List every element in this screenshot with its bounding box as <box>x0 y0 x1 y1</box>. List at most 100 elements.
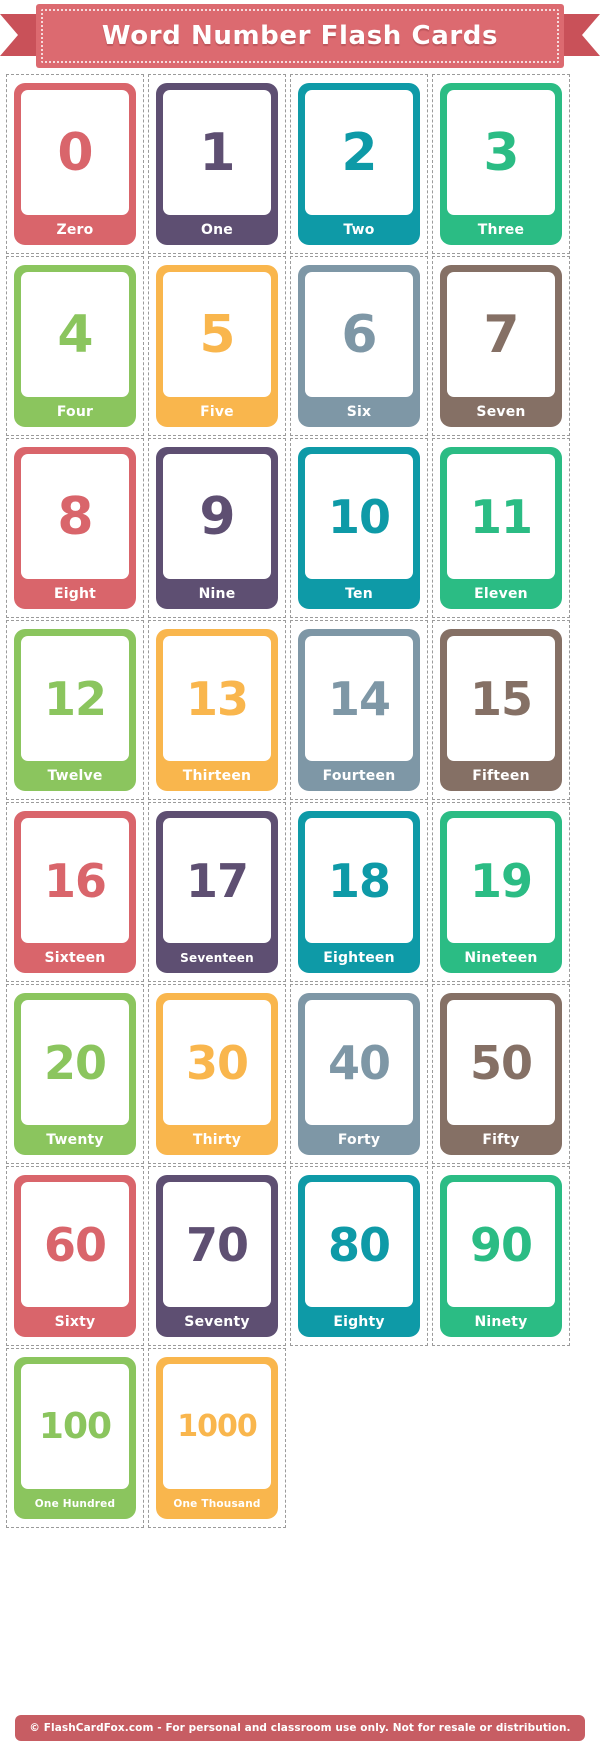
card-word-label: Eighteen <box>323 950 395 966</box>
flash-card[interactable]: 7 Seven <box>440 265 562 427</box>
card-cut-guide: 2 Two <box>290 74 428 254</box>
empty-grid-cell <box>290 1348 428 1528</box>
card-face: 10 <box>305 454 413 579</box>
flash-card[interactable]: 30 Thirty <box>156 993 278 1155</box>
flash-card[interactable]: 90 Ninety <box>440 1175 562 1337</box>
flash-card[interactable]: 16 Sixteen <box>14 811 136 973</box>
flash-card[interactable]: 19 Nineteen <box>440 811 562 973</box>
flash-card[interactable]: 70 Seventy <box>156 1175 278 1337</box>
flash-card[interactable]: 50 Fifty <box>440 993 562 1155</box>
card-face: 3 <box>447 90 555 215</box>
flash-card[interactable]: 20 Twenty <box>14 993 136 1155</box>
card-number: 1 <box>199 122 235 183</box>
card-face: 5 <box>163 272 271 397</box>
flash-card[interactable]: 14 Fourteen <box>298 629 420 791</box>
card-number: 70 <box>185 1217 249 1272</box>
card-face: 1000 <box>163 1364 271 1489</box>
card-face: 13 <box>163 636 271 761</box>
card-cut-guide: 30 Thirty <box>148 984 286 1164</box>
card-number: 10 <box>327 489 391 544</box>
card-number: 6 <box>341 304 377 365</box>
card-word-label: Three <box>477 222 525 238</box>
card-cut-guide: 90 Ninety <box>432 1166 570 1346</box>
card-number: 9 <box>199 486 235 547</box>
flash-card[interactable]: 80 Eighty <box>298 1175 420 1337</box>
copyright-notice: © FlashCardFox.com - For personal and cl… <box>15 1715 585 1741</box>
flash-card[interactable]: 18 Eighteen <box>298 811 420 973</box>
card-word-label: Fifty <box>482 1132 520 1148</box>
card-cut-guide: 11 Eleven <box>432 438 570 618</box>
card-face: 0 <box>21 90 129 215</box>
card-cut-guide: 0 Zero <box>6 74 144 254</box>
flash-card[interactable]: 100 One Hundred <box>14 1357 136 1519</box>
card-number: 0 <box>57 122 93 183</box>
card-word-label: Seventy <box>184 1314 250 1330</box>
card-face: 6 <box>305 272 413 397</box>
card-number: 16 <box>43 853 107 908</box>
card-word-label: Forty <box>337 1132 381 1148</box>
flash-card[interactable]: 0 Zero <box>14 83 136 245</box>
flash-card[interactable]: 60 Sixty <box>14 1175 136 1337</box>
card-word-label: Eleven <box>474 586 528 602</box>
card-word-label: Two <box>343 222 375 238</box>
card-number: 30 <box>185 1035 249 1090</box>
flash-card[interactable]: 2 Two <box>298 83 420 245</box>
card-face: 17 <box>163 818 271 943</box>
card-number: 7 <box>483 304 519 365</box>
card-number: 80 <box>327 1217 391 1272</box>
flash-card[interactable]: 6 Six <box>298 265 420 427</box>
card-number: 14 <box>327 671 391 726</box>
flash-card[interactable]: 5 Five <box>156 265 278 427</box>
card-cut-guide: 6 Six <box>290 256 428 436</box>
ribbon-body: Word Number Flash Cards <box>36 4 564 68</box>
card-word-label: Nine <box>198 586 236 602</box>
flash-card[interactable]: 3 Three <box>440 83 562 245</box>
card-face: 70 <box>163 1182 271 1307</box>
card-face: 1 <box>163 90 271 215</box>
card-number: 20 <box>43 1035 107 1090</box>
title-ribbon: Word Number Flash Cards <box>0 4 600 68</box>
card-number: 5 <box>199 304 235 365</box>
card-number: 12 <box>43 671 107 726</box>
flash-card[interactable]: 40 Forty <box>298 993 420 1155</box>
page-title: Word Number Flash Cards <box>101 21 499 51</box>
card-word-label: Fifteen <box>472 768 530 784</box>
card-word-label: One <box>201 222 233 238</box>
card-cut-guide: 1 One <box>148 74 286 254</box>
flash-card[interactable]: 4 Four <box>14 265 136 427</box>
card-number: 17 <box>185 853 249 908</box>
card-number: 100 <box>38 1405 112 1447</box>
card-word-label: Thirteen <box>182 768 252 784</box>
card-word-label: Nineteen <box>464 950 538 966</box>
card-word-label: Ten <box>345 586 373 602</box>
flash-card[interactable]: 8 Eight <box>14 447 136 609</box>
card-face: 100 <box>21 1364 129 1489</box>
card-number: 1000 <box>177 1408 257 1444</box>
card-word-label: Eight <box>53 586 97 602</box>
card-word-label: Sixteen <box>44 950 106 966</box>
flash-card[interactable]: 13 Thirteen <box>156 629 278 791</box>
page-header: Word Number Flash Cards <box>0 2 600 74</box>
flash-card[interactable]: 15 Fifteen <box>440 629 562 791</box>
card-number: 4 <box>57 304 93 365</box>
flash-card[interactable]: 9 Nine <box>156 447 278 609</box>
flash-card[interactable]: 11 Eleven <box>440 447 562 609</box>
card-cut-guide: 18 Eighteen <box>290 802 428 982</box>
flash-card[interactable]: 10 Ten <box>298 447 420 609</box>
card-word-label: Fourteen <box>322 768 396 784</box>
flash-card[interactable]: 17 Seventeen <box>156 811 278 973</box>
card-cut-guide: 9 Nine <box>148 438 286 618</box>
card-number: 19 <box>469 853 533 908</box>
card-face: 2 <box>305 90 413 215</box>
flash-card-grid: 0 Zero 1 One 2 Two 3 Three 4 Four 5 Five 6 Six 7 Seven 8… <box>0 74 600 1530</box>
card-face: 7 <box>447 272 555 397</box>
card-face: 11 <box>447 454 555 579</box>
flash-card[interactable]: 1 One <box>156 83 278 245</box>
flash-card[interactable]: 12 Twelve <box>14 629 136 791</box>
card-cut-guide: 10 Ten <box>290 438 428 618</box>
card-number: 2 <box>341 122 377 183</box>
card-face: 80 <box>305 1182 413 1307</box>
card-cut-guide: 50 Fifty <box>432 984 570 1164</box>
card-face: 90 <box>447 1182 555 1307</box>
flash-card[interactable]: 1000 One Thousand <box>156 1357 278 1519</box>
